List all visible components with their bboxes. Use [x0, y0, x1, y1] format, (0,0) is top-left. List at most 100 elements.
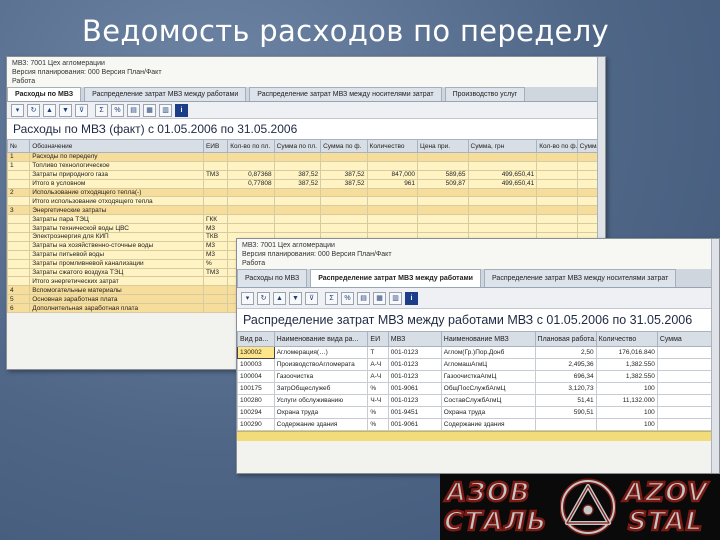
table-cell: Вспомогательные материалы — [29, 285, 204, 296]
col-header[interactable]: Сумма по ф. — [320, 139, 368, 153]
tab-distribution-carriers[interactable]: Распределение затрат МВЗ между носителям… — [483, 269, 677, 287]
print-icon[interactable]: ▤ — [127, 103, 140, 117]
sort-desc-icon[interactable]: ▼ — [59, 103, 72, 117]
expand-icon[interactable]: ▾ — [241, 291, 254, 305]
col-header[interactable]: Сумма — [656, 331, 719, 347]
table-cell — [202, 294, 229, 305]
table-cell: 3,120,73 — [534, 382, 597, 395]
table-row[interactable]: 1 Топливо технологическое — [7, 160, 605, 171]
table-cell — [202, 205, 229, 216]
table-row[interactable]: 100294 Охрана труда% 001-9451 Охрана труда 5… — [237, 406, 719, 419]
table-row[interactable]: 100175 ЗатрОбщеслужеб% 001-9061 ОбщПосСлужб… — [237, 382, 719, 395]
sum-icon[interactable]: Σ — [95, 103, 108, 117]
table-cell: 961 — [366, 178, 419, 189]
excel-icon[interactable]: ▦ — [143, 103, 156, 117]
col-header[interactable]: Кол-во по ф. — [536, 139, 578, 153]
table-cell — [536, 160, 578, 171]
table-cell: Итого использование отходящего тепла — [29, 196, 204, 207]
expand-icon[interactable]: ▾ — [11, 103, 24, 117]
table-cell — [656, 418, 719, 431]
table-row[interactable]: Затраты природного газа ТМ3 0,87368 387,52 3… — [7, 169, 605, 180]
layout-icon[interactable]: ▥ — [159, 103, 172, 117]
col-header[interactable]: Сумма, грн — [467, 139, 538, 153]
table-cell: Топливо технологическое — [29, 160, 204, 171]
table-cell — [320, 214, 368, 225]
subtotal-icon[interactable]: % — [111, 103, 124, 117]
header-line-version: Версия планирования: 000 Версия План/Фак… — [12, 69, 162, 76]
sort-asc-icon[interactable]: ▲ — [43, 103, 56, 117]
col-header[interactable]: Плановая работа... — [534, 331, 597, 347]
table-cell: Дополнительная заработная плата — [29, 303, 204, 314]
layout-icon[interactable]: ▥ — [389, 291, 402, 305]
table-row[interactable]: 130002 Агломерация(…) Т 001-0123 Аглом(Гр.)П… — [237, 346, 719, 359]
filter-icon[interactable]: ⊽ — [75, 103, 88, 117]
sort-asc-icon[interactable]: ▲ — [273, 291, 286, 305]
vertical-scrollbar[interactable] — [711, 239, 719, 473]
table-row[interactable]: Затраты технической воды ЦВС М3 — [7, 223, 605, 234]
refresh-icon[interactable]: ↻ — [257, 291, 270, 305]
table-row[interactable]: Итого использование отходящего тепла — [7, 196, 605, 207]
table-cell — [366, 152, 419, 162]
refresh-icon[interactable]: ↻ — [27, 103, 40, 117]
tab-services-production[interactable]: Производство услуг — [444, 87, 526, 101]
table-row[interactable]: 2 Использование отходящего тепла(-) — [7, 187, 605, 198]
table-cell: 100 — [595, 406, 658, 419]
col-header[interactable]: Сумма по пл. — [273, 139, 322, 153]
excel-icon[interactable]: ▦ — [373, 291, 386, 305]
table-cell — [7, 232, 31, 242]
table-row[interactable]: Затраты пара ТЭЦ ГКК — [7, 214, 605, 225]
col-header[interactable]: ЕИ — [367, 331, 389, 347]
sort-desc-icon[interactable]: ▼ — [289, 291, 302, 305]
table-row[interactable]: 100003 ПроизводствоАгломерата А-Ч 001-0123 А… — [237, 358, 719, 371]
info-icon[interactable]: i — [175, 103, 188, 117]
table-cell — [7, 258, 31, 269]
table-cell — [366, 187, 419, 198]
table-cell: Расходы по переделу — [29, 152, 204, 162]
table-cell — [417, 152, 469, 162]
col-header[interactable]: ЕИВ — [202, 139, 229, 153]
col-header[interactable]: Вид ра... — [237, 331, 275, 347]
report-title: Расходы по МВЗ (факт) с 01.05.2006 по 31… — [7, 119, 605, 139]
table-cell — [7, 249, 31, 260]
print-icon[interactable]: ▤ — [357, 291, 370, 305]
col-header[interactable]: Цена при. — [417, 139, 469, 153]
col-header[interactable]: МВЗ — [387, 331, 442, 347]
tab-distribution-carriers[interactable]: Распределение затрат МВЗ между носителям… — [249, 87, 442, 101]
table-cell — [320, 152, 368, 162]
col-header[interactable]: Количество — [366, 139, 419, 153]
col-header[interactable]: Количество — [595, 331, 658, 347]
table-row[interactable]: 100004 Газоочистка А-Ч 001-0123 ГазоочисткаА… — [237, 370, 719, 383]
tab-costs-by-mvz[interactable]: Расходы по МВЗ — [7, 87, 82, 101]
col-header[interactable]: Наименование вида ра... — [273, 331, 369, 347]
table-cell — [202, 160, 229, 171]
distribution-table: Вид ра... Наименование вида ра... ЕИ МВЗ… — [237, 331, 719, 431]
table-cell — [320, 160, 368, 171]
table-cell: АгломашАгмЦ — [440, 358, 536, 371]
table-row[interactable]: Итого в условном 0,77808 387,52 387,52 961 50… — [7, 178, 605, 189]
col-header[interactable]: № — [7, 139, 31, 153]
filter-icon[interactable]: ⊽ — [305, 291, 318, 305]
col-header[interactable]: Кол-во по пл. — [227, 139, 275, 153]
table-cell: 589,65 — [417, 169, 469, 180]
table-cell: Газоочистка — [273, 370, 369, 383]
table-row[interactable]: 3 Энергетические затраты — [7, 205, 605, 216]
table-cell: 100004 — [237, 370, 275, 383]
grid-toolbar: ▾ ↻ ▲ ▼ ⊽ Σ % ▤ ▦ ▥ i — [237, 288, 719, 309]
table-cell — [467, 223, 538, 234]
table-row[interactable]: 100290 Содержание здания% 001-9061 Содержан… — [237, 418, 719, 431]
table-cell — [656, 394, 719, 407]
tab-distribution-works[interactable]: Распределение затрат МВЗ между работами — [310, 269, 481, 287]
tab-distribution-works[interactable]: Распределение затрат МВЗ между работами — [84, 87, 247, 101]
table-row[interactable]: 100280 Услуги обслуживанию Ч-Ч 001-0123 Сост… — [237, 394, 719, 407]
tab-costs-by-mvz[interactable]: Расходы по МВЗ — [237, 269, 308, 287]
table-cell — [7, 178, 31, 189]
table-cell: Затраты сжатого воздуха ТЭЦ — [29, 267, 204, 278]
table-cell: 100 — [595, 418, 658, 431]
info-icon[interactable]: i — [405, 291, 418, 305]
table-cell — [467, 187, 538, 198]
sum-icon[interactable]: Σ — [325, 291, 338, 305]
col-header[interactable]: Наименование МВЗ — [440, 331, 536, 347]
subtotal-icon[interactable]: % — [341, 291, 354, 305]
col-header[interactable]: Обозначение — [29, 139, 204, 153]
table-row[interactable]: 1 Расходы по переделу — [7, 152, 605, 162]
